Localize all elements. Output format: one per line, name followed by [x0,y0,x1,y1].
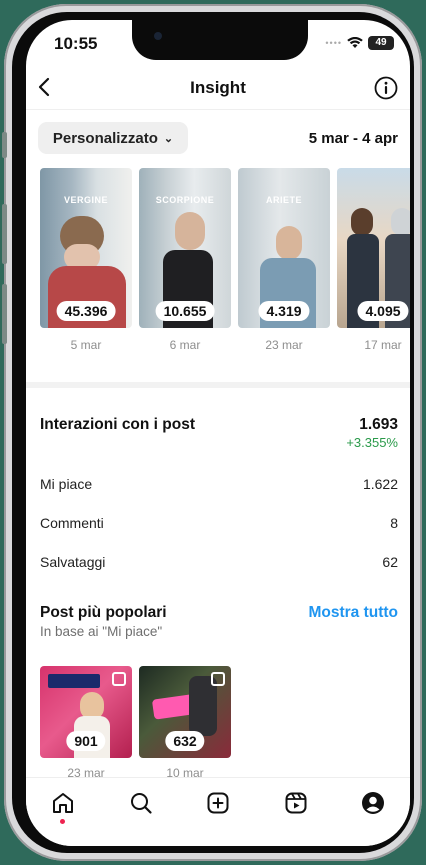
carousel-icon [211,672,225,686]
date-range: 5 mar - 4 apr [308,130,398,147]
view-count: 4.319 [258,301,310,321]
popular-post-item[interactable]: 901 23 mar [40,666,132,780]
metric-label: Salvataggi [40,554,106,570]
page-title: Insight [190,78,246,97]
reel-thumbnail[interactable]: SCORPIONE 10.655 [139,168,231,328]
reel-item[interactable]: 4.095 17 mar [337,168,410,352]
search-icon[interactable] [128,790,154,816]
metric-value: 8 [390,515,398,531]
view-count: 4.095 [357,301,409,321]
reel-tag: ARIETE [265,195,302,205]
reel-item[interactable]: SCORPIONE 10.655 6 mar [139,168,231,352]
popular-post-item[interactable]: 632 10 mar [139,666,231,780]
period-filter-button[interactable]: Personalizzato ⌄ [38,122,188,154]
interactions-total: 1.693 [359,416,398,433]
reel-tag: SCORPIONE [155,195,215,205]
popular-posts-subtitle: In base ai "Mi piace" [40,624,163,639]
header-divider [26,109,410,110]
reel-thumbnail[interactable]: VERGINE 45.396 [40,168,132,328]
volume-down-button [2,284,7,344]
top-content-carousel[interactable]: VERGINE 45.396 5 mar SCORPIONE 10.655 6 … [40,168,410,358]
metric-label: Commenti [40,515,104,531]
popular-posts-title: Post più popolari [40,604,167,621]
reel-item[interactable]: ARIETE 4.319 23 mar [238,168,330,352]
signal-icon: •••• [325,38,342,48]
reel-date: 5 mar [70,338,102,352]
screen: 10:55 •••• 49 Insight Personalizzato ⌄ 5… [26,20,410,846]
like-count: 901 [66,731,106,751]
profile-icon[interactable] [360,790,386,816]
reel-thumbnail[interactable]: 4.095 [337,168,410,328]
info-icon[interactable] [374,76,398,100]
view-count: 10.655 [155,301,215,321]
reel-date: 23 mar [265,338,303,352]
battery-icon: 49 [368,36,394,50]
notch [132,20,308,60]
period-filter-label: Personalizzato [52,129,158,147]
metric-value: 1.622 [362,476,398,492]
notification-dot [60,819,65,824]
status-time: 10:55 [54,34,98,53]
reel-tag: VERGINE [63,195,108,205]
post-thumbnail[interactable]: 632 [139,666,231,758]
reel-date: 6 mar [169,338,201,352]
home-icon[interactable] [50,790,76,816]
show-all-link[interactable]: Mostra tutto [308,604,398,622]
post-thumbnail[interactable]: 901 [40,666,132,758]
create-icon[interactable] [205,790,231,816]
interactions-title: Interazioni con i post [40,416,196,433]
metric-label: Mi piace [40,476,93,492]
status-icons: •••• 49 [325,36,394,50]
metric-row-likes: Mi piace 1.622 [40,476,398,492]
chevron-down-icon: ⌄ [163,132,174,145]
volume-up-button [2,204,7,264]
reel-date: 17 mar [364,338,402,352]
section-divider [26,382,410,388]
view-count: 45.396 [56,301,116,321]
wifi-icon [347,37,363,48]
camera-icon [154,32,162,40]
metric-row-saves: Salvataggi 62 [40,554,398,570]
interactions-delta: +3.355% [346,435,398,450]
reels-icon[interactable] [283,790,309,816]
reel-thumbnail[interactable]: ARIETE 4.319 [238,168,330,328]
mute-switch [2,132,7,158]
metric-row-comments: Commenti 8 [40,515,398,531]
reel-item[interactable]: VERGINE 45.396 5 mar [40,168,132,352]
bottom-tab-bar [26,777,410,846]
like-count: 632 [165,731,205,751]
carousel-icon [112,672,126,686]
metric-value: 62 [382,554,398,570]
